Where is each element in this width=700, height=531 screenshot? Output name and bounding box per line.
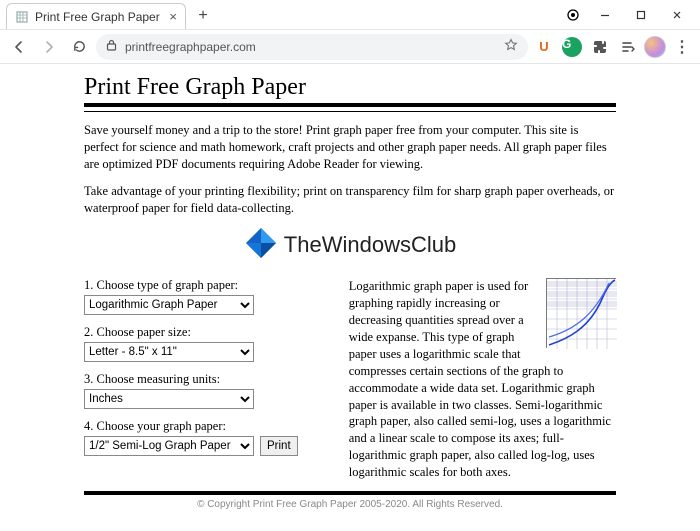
address-bar[interactable]: printfreegraphpaper.com [96, 34, 528, 60]
paper-size-select[interactable]: Letter - 8.5" x 11" [84, 342, 254, 362]
step4-label: 4. Choose your graph paper: [84, 419, 329, 434]
brand-banner: TheWindowsClub [84, 226, 616, 264]
form-column: 1. Choose type of graph paper: Logarithm… [84, 278, 329, 466]
footer-copyright: © Copyright Print Free Graph Paper 2005-… [84, 499, 616, 510]
graph-paper-select[interactable]: 1/2" Semi-Log Graph Paper [84, 436, 254, 456]
forward-button[interactable] [36, 34, 62, 60]
back-button[interactable] [6, 34, 32, 60]
tab-title: Print Free Graph Paper [35, 10, 163, 24]
tab-strip: Print Free Graph Paper × + [0, 0, 560, 29]
recording-indicator-icon [560, 3, 586, 27]
extension-u-icon[interactable]: U [532, 35, 556, 59]
browser-toolbar: printfreegraphpaper.com U G ⋮ [0, 30, 700, 64]
window-minimize-button[interactable] [588, 2, 622, 28]
step1-label: 1. Choose type of graph paper: [84, 278, 329, 293]
brand-logo-icon [244, 226, 278, 264]
units-select[interactable]: Inches [84, 389, 254, 409]
url-text: printfreegraphpaper.com [125, 40, 496, 54]
divider-thick [84, 103, 616, 107]
extensions-puzzle-icon[interactable] [588, 35, 612, 59]
window-maximize-button[interactable] [624, 2, 658, 28]
page-content: Print Free Graph Paper Save yourself mon… [0, 64, 700, 516]
step3-label: 3. Choose measuring units: [84, 372, 329, 387]
lock-icon [106, 39, 117, 54]
profile-avatar[interactable] [644, 36, 666, 58]
window-controls [560, 0, 700, 29]
close-tab-icon[interactable]: × [169, 10, 177, 23]
intro-paragraph-1: Save yourself money and a trip to the st… [84, 122, 616, 173]
footer-divider [84, 491, 616, 495]
reading-list-icon[interactable] [616, 35, 640, 59]
intro-copy: Save yourself money and a trip to the st… [84, 122, 616, 216]
reload-button[interactable] [66, 34, 92, 60]
graph-type-select[interactable]: Logarithmic Graph Paper [84, 295, 254, 315]
window-title-bar: Print Free Graph Paper × + [0, 0, 700, 30]
divider-thin [84, 111, 616, 112]
favicon-icon [15, 10, 29, 24]
new-tab-button[interactable]: + [190, 3, 216, 29]
menu-kebab-icon[interactable]: ⋮ [670, 35, 694, 59]
extension-g-icon[interactable]: G [560, 35, 584, 59]
description-column: Logarithmic graph paper is used for grap… [349, 278, 616, 481]
step2-label: 2. Choose paper size: [84, 325, 329, 340]
print-button[interactable]: Print [260, 436, 298, 456]
intro-paragraph-2: Take advantage of your printing flexibil… [84, 183, 616, 217]
page-title: Print Free Graph Paper [84, 74, 616, 101]
graph-preview-thumb [546, 278, 616, 348]
bookmark-star-icon[interactable] [504, 38, 518, 55]
window-close-button[interactable] [660, 2, 694, 28]
browser-tab-active[interactable]: Print Free Graph Paper × [6, 3, 186, 29]
brand-text: TheWindowsClub [284, 232, 456, 258]
